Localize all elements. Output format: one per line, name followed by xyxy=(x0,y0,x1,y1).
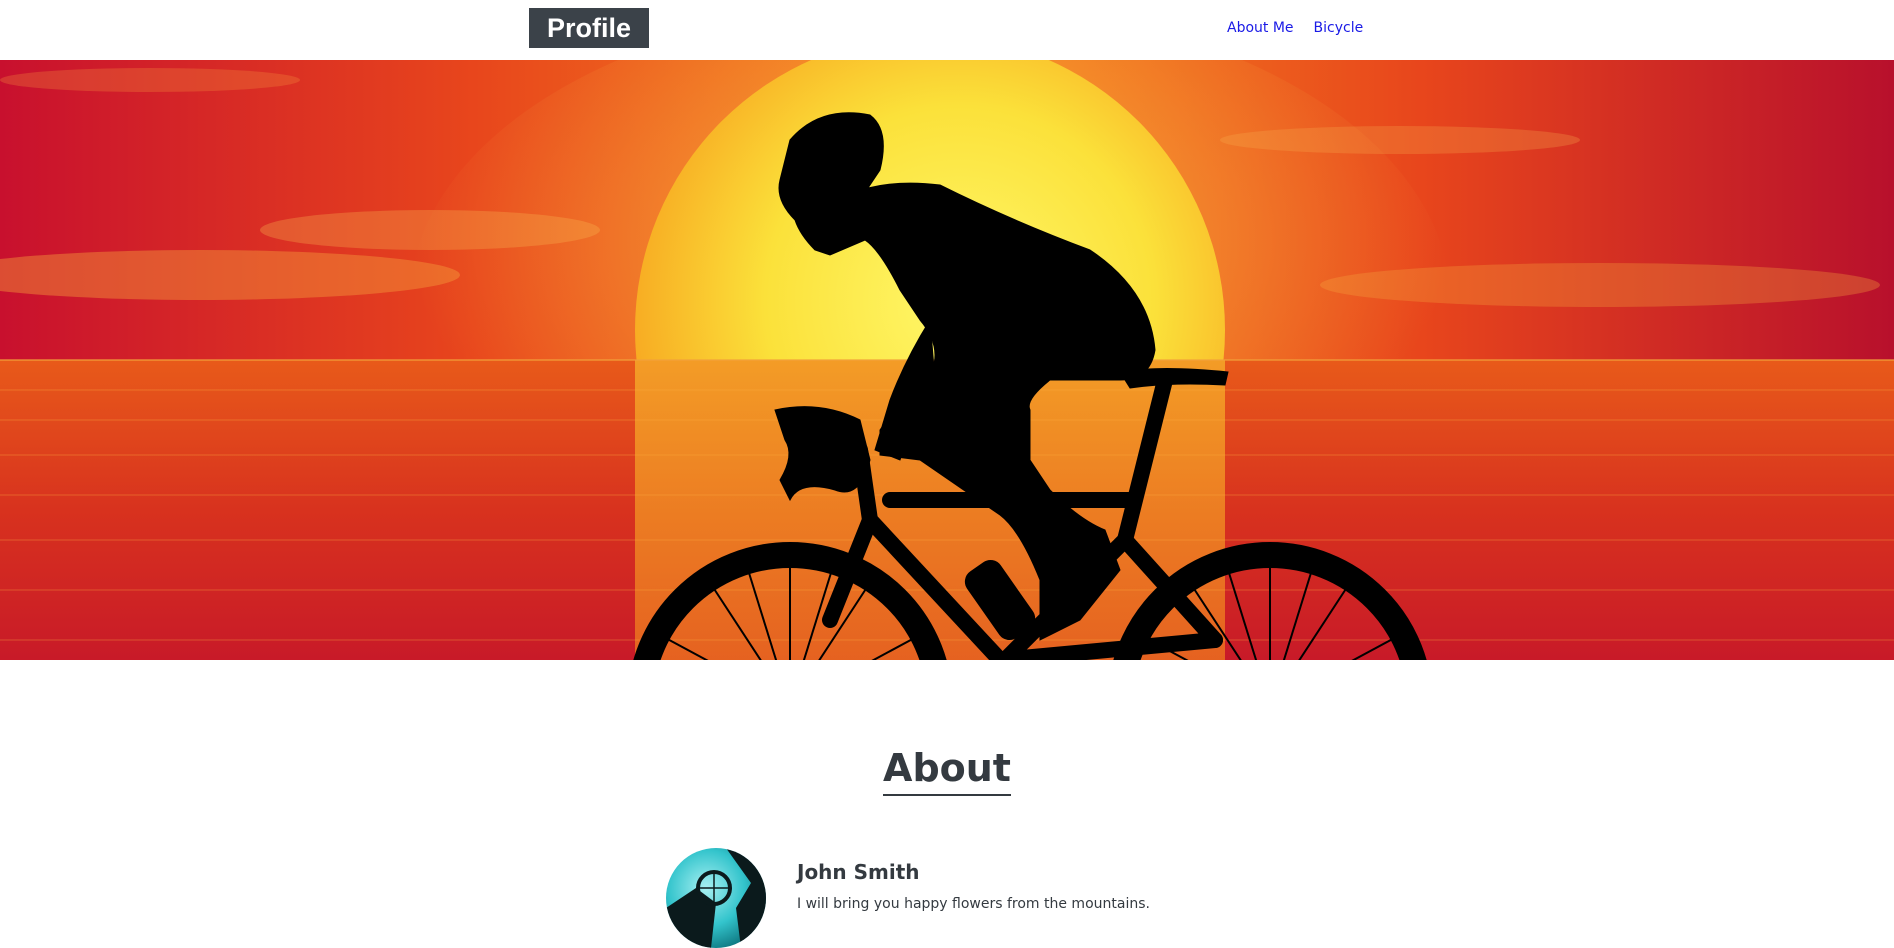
hero-banner xyxy=(0,60,1894,660)
profile-name: John Smith xyxy=(797,860,920,884)
main-nav: About Me Bicycle xyxy=(1227,20,1363,36)
profile-avatar xyxy=(666,848,766,948)
about-heading: About xyxy=(0,747,1894,796)
nav-link-bicycle[interactable]: Bicycle xyxy=(1314,20,1364,36)
logo-link[interactable]: Profile xyxy=(529,8,649,48)
avatar-bike-icon xyxy=(666,848,766,948)
about-section: About John Smith I will bring you happy … xyxy=(0,660,1894,948)
nav-link-about-me[interactable]: About Me xyxy=(1227,20,1294,36)
about-heading-text: About xyxy=(883,747,1011,796)
hero-image xyxy=(0,60,1894,660)
profile-bio: I will bring you happy flowers from the … xyxy=(797,896,1150,912)
site-header: Profile About Me Bicycle xyxy=(0,0,1894,60)
